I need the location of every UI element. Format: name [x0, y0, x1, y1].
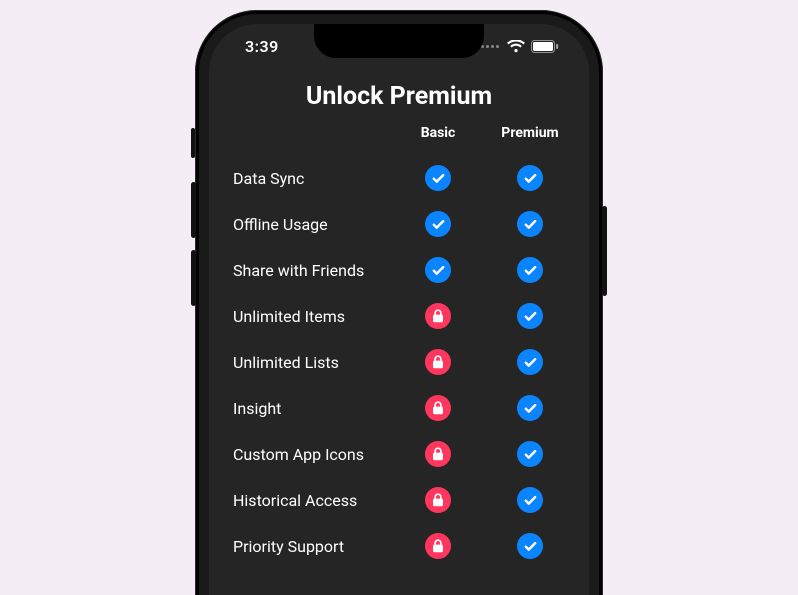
- feature-label: Insight: [233, 399, 403, 418]
- feature-basic-cell: [403, 211, 473, 237]
- feature-basic-cell: [403, 165, 473, 191]
- check-icon: [517, 349, 543, 375]
- phone-screen: 3:39: [209, 24, 589, 595]
- feature-premium-cell: [495, 165, 565, 191]
- feature-row: Historical Access: [233, 477, 565, 523]
- feature-basic-cell: [403, 487, 473, 513]
- feature-premium-cell: [495, 395, 565, 421]
- lock-icon: [425, 349, 451, 375]
- stage: 3:39: [0, 0, 798, 595]
- lock-icon: [425, 533, 451, 559]
- check-icon: [517, 303, 543, 329]
- feature-premium-cell: [495, 303, 565, 329]
- feature-premium-cell: [495, 349, 565, 375]
- feature-basic-cell: [403, 303, 473, 329]
- feature-premium-cell: [495, 257, 565, 283]
- feature-label: Unlimited Items: [233, 307, 403, 326]
- power-button[interactable]: [602, 206, 607, 296]
- feature-premium-cell: [495, 533, 565, 559]
- feature-label: Share with Friends: [233, 261, 403, 280]
- phone-frame: 3:39: [195, 10, 603, 595]
- column-header: Basic Premium: [209, 125, 589, 155]
- feature-basic-cell: [403, 257, 473, 283]
- feature-basic-cell: [403, 349, 473, 375]
- lock-icon: [425, 303, 451, 329]
- feature-basic-cell: [403, 533, 473, 559]
- check-icon: [425, 165, 451, 191]
- feature-row: Custom App Icons: [233, 431, 565, 477]
- feature-table: Data Sync Offline Usage Share with Friends…: [209, 155, 589, 569]
- feature-label: Priority Support: [233, 537, 403, 556]
- check-icon: [517, 257, 543, 283]
- status-right: [481, 40, 559, 53]
- notch: [314, 24, 484, 58]
- check-icon: [517, 487, 543, 513]
- feature-row: Offline Usage: [233, 201, 565, 247]
- feature-row: Priority Support: [233, 523, 565, 569]
- mute-switch[interactable]: [191, 128, 195, 158]
- battery-icon: [531, 40, 559, 53]
- lock-icon: [425, 395, 451, 421]
- feature-label: Historical Access: [233, 491, 403, 510]
- check-icon: [517, 165, 543, 191]
- check-icon: [425, 211, 451, 237]
- feature-label: Custom App Icons: [233, 445, 403, 464]
- column-basic-label: Basic: [403, 125, 473, 141]
- feature-row: Data Sync: [233, 155, 565, 201]
- feature-row: Share with Friends: [233, 247, 565, 293]
- feature-label: Offline Usage: [233, 215, 403, 234]
- feature-row: Insight: [233, 385, 565, 431]
- page-title: Unlock Premium: [209, 82, 589, 111]
- feature-premium-cell: [495, 487, 565, 513]
- check-icon: [517, 533, 543, 559]
- column-premium-label: Premium: [495, 125, 565, 141]
- check-icon: [425, 257, 451, 283]
- feature-label: Data Sync: [233, 169, 403, 188]
- feature-label: Unlimited Lists: [233, 353, 403, 372]
- check-icon: [517, 395, 543, 421]
- check-icon: [517, 211, 543, 237]
- feature-basic-cell: [403, 441, 473, 467]
- feature-basic-cell: [403, 395, 473, 421]
- wifi-icon: [507, 40, 525, 53]
- feature-premium-cell: [495, 211, 565, 237]
- lock-icon: [425, 441, 451, 467]
- status-time: 3:39: [245, 37, 279, 56]
- check-icon: [517, 441, 543, 467]
- feature-row: Unlimited Lists: [233, 339, 565, 385]
- volume-down-button[interactable]: [191, 250, 196, 306]
- volume-up-button[interactable]: [191, 182, 196, 238]
- feature-premium-cell: [495, 441, 565, 467]
- cellular-dots-icon: [481, 45, 499, 48]
- feature-row: Unlimited Items: [233, 293, 565, 339]
- lock-icon: [425, 487, 451, 513]
